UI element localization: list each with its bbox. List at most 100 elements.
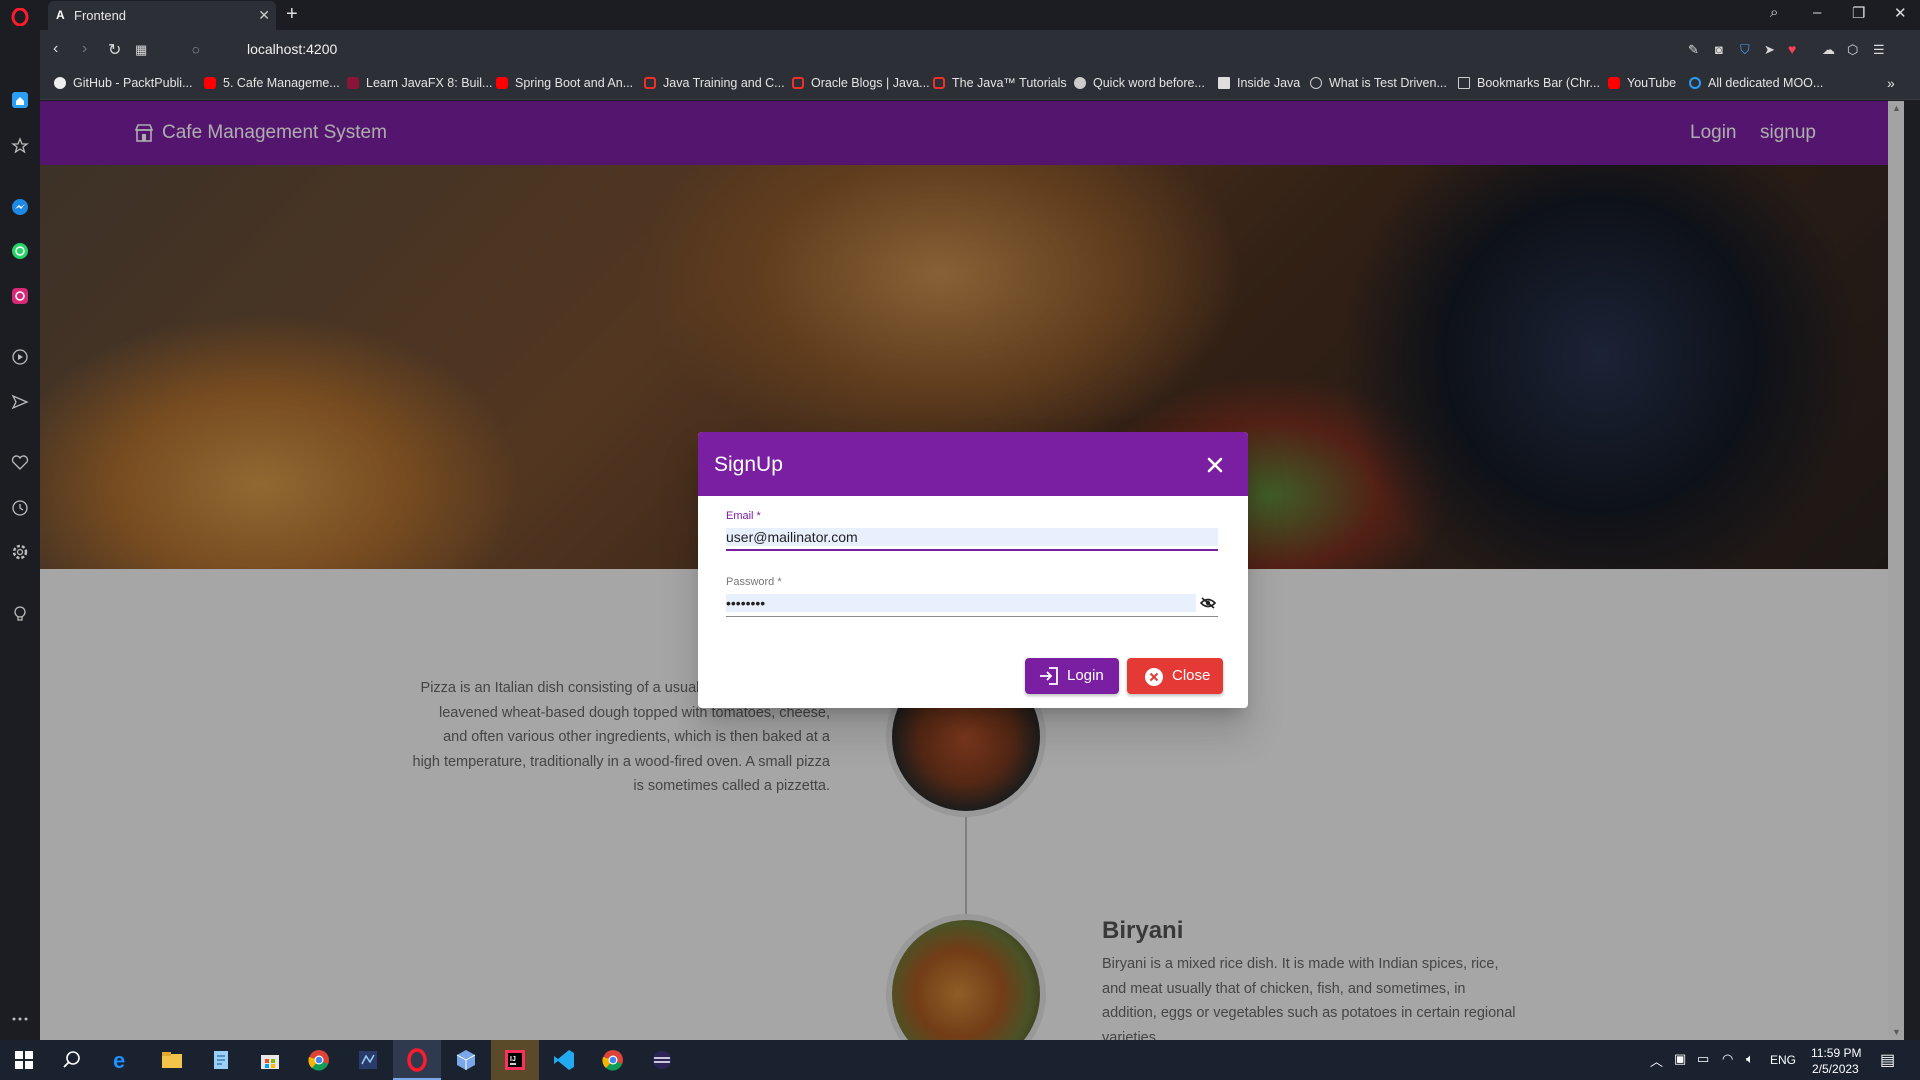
taskbar-eclipse[interactable] — [638, 1040, 686, 1080]
search-button[interactable] — [48, 1040, 96, 1080]
chrome-icon — [602, 1050, 623, 1071]
bookmark-item[interactable]: Bookmarks Bar (Chr... — [1458, 76, 1600, 90]
chrome-icon — [308, 1050, 329, 1071]
password-field[interactable] — [726, 594, 1196, 612]
reload-icon[interactable]: ↻ — [108, 40, 121, 60]
oracle-icon — [933, 77, 945, 89]
taskbar-notepad[interactable] — [197, 1040, 245, 1080]
search-tabs-icon[interactable]: ⌕ — [1770, 4, 1778, 21]
vpn-shield-icon[interactable]: ⛉ — [1740, 42, 1750, 58]
dialog-header: SignUp — [698, 432, 1248, 496]
flow-send-icon[interactable]: ➤ — [1764, 42, 1775, 58]
bookmark-item[interactable]: Quick word before... — [1074, 76, 1205, 90]
bookmark-item[interactable]: 5. Cafe Manageme... — [204, 76, 340, 90]
battery-icon[interactable]: ▭ — [1697, 1051, 1709, 1067]
address-bar: ‹ › ↻ ▦ ◌ localhost:4200 ✎ ◙ ⛉ ➤ ♥ ☁ ⬡ ☰ — [40, 30, 1920, 70]
lightbulb-icon[interactable] — [11, 605, 29, 623]
bookmark-item[interactable]: Spring Boot and An... — [496, 76, 633, 90]
show-hidden-icons-icon[interactable]: ︿ — [1650, 1051, 1663, 1070]
cube-icon — [456, 1050, 476, 1070]
site-icon — [1074, 77, 1086, 89]
edge-icon: e — [113, 1048, 125, 1072]
whatsapp-icon[interactable] — [11, 242, 29, 260]
extensions-icon[interactable]: ☁ — [1822, 42, 1835, 58]
volume-icon[interactable]: 🔈︎ — [1746, 1051, 1754, 1067]
bookmark-item[interactable]: All dedicated MOO... — [1689, 76, 1823, 90]
bookmark-item[interactable]: GitHub - PacktPubli... — [54, 76, 193, 90]
bookmark-item[interactable]: YouTube — [1608, 76, 1676, 90]
bookmark-item[interactable]: What is Test Driven... — [1310, 76, 1447, 90]
bookmarks-star-icon[interactable] — [11, 137, 29, 155]
tabs-grid-icon[interactable]: ▦ — [135, 42, 147, 58]
send-icon[interactable] — [11, 393, 29, 411]
taskbar-edge[interactable]: e — [98, 1040, 146, 1080]
oracle-icon — [644, 77, 656, 89]
wifi-icon[interactable]: ◠ — [1722, 1051, 1733, 1067]
heart-icon[interactable] — [11, 454, 29, 472]
signup-dialog: SignUp Email * Password * Login Close — [698, 432, 1248, 708]
minimize-icon[interactable]: – — [1813, 4, 1821, 21]
close-button[interactable]: Close — [1127, 658, 1223, 694]
taskbar-store[interactable] — [246, 1040, 294, 1080]
dialog-close-icon[interactable] — [1206, 456, 1224, 474]
new-tab-icon[interactable]: + — [286, 3, 298, 26]
settings-gear-icon[interactable] — [11, 543, 29, 561]
menu-icon[interactable]: ☰ — [1873, 42, 1885, 58]
jetbrains-icon — [347, 77, 359, 89]
bookmark-item[interactable]: The Java™ Tutorials — [933, 76, 1067, 90]
email-label: Email * — [726, 510, 761, 522]
svg-text:IJ: IJ — [510, 1056, 516, 1063]
tab-frontend[interactable]: A Frontend ✕ — [48, 1, 276, 30]
home-icon[interactable] — [11, 91, 29, 109]
opera-icon — [407, 1048, 427, 1072]
taskbar-vscode[interactable] — [540, 1040, 588, 1080]
intellij-icon: IJ — [505, 1050, 525, 1070]
tray-app-icon[interactable]: ▣ — [1674, 1051, 1686, 1067]
taskbar-chrome-2[interactable] — [589, 1040, 637, 1080]
taskbar-3d-app[interactable] — [442, 1040, 490, 1080]
login-button[interactable]: Login — [1025, 658, 1119, 694]
edit-icon[interactable]: ✎ — [1688, 42, 1699, 58]
github-icon — [54, 77, 66, 89]
bookmark-item[interactable]: Java Training and C... — [644, 76, 785, 90]
cube-icon[interactable]: ⬡ — [1847, 42, 1858, 58]
history-icon[interactable] — [11, 499, 29, 517]
window-close-icon[interactable]: ✕ — [1894, 4, 1907, 22]
camera-icon[interactable]: ◙ — [1715, 42, 1723, 57]
player-icon[interactable] — [11, 348, 29, 366]
taskbar-file-explorer[interactable] — [148, 1040, 196, 1080]
dialog-title: SignUp — [714, 453, 783, 476]
heart-icon[interactable]: ♥ — [1788, 41, 1796, 57]
site-icon — [1310, 77, 1322, 89]
taskbar-intellij[interactable]: IJ — [491, 1040, 539, 1080]
visibility-off-icon[interactable] — [1200, 597, 1216, 609]
language-indicator[interactable]: ENG — [1770, 1053, 1796, 1067]
tab-close-icon[interactable]: ✕ — [258, 7, 270, 24]
opera-logo-icon[interactable] — [11, 8, 29, 26]
bookmark-item[interactable]: Inside Java — [1218, 76, 1300, 90]
email-underline — [726, 549, 1218, 551]
taskbar-chrome[interactable] — [295, 1040, 343, 1080]
bookmark-item[interactable]: Oracle Blogs | Java... — [792, 76, 930, 90]
restore-icon[interactable]: ❐ — [1852, 4, 1865, 22]
messenger-icon[interactable] — [11, 198, 29, 216]
start-button[interactable] — [0, 1040, 48, 1080]
site-info-icon[interactable]: ◌ — [192, 42, 200, 57]
back-icon[interactable]: ‹ — [53, 40, 58, 58]
clock-time[interactable]: 11:59 PM — [1811, 1046, 1861, 1060]
bookmarks-overflow-icon[interactable]: » — [1887, 75, 1895, 91]
search-icon — [63, 1051, 80, 1068]
windows-logo-icon — [15, 1051, 33, 1069]
forward-icon[interactable]: › — [82, 40, 87, 58]
taskbar-network-app[interactable] — [344, 1040, 392, 1080]
clock-date[interactable]: 2/5/2023 — [1812, 1062, 1859, 1076]
notifications-icon[interactable]: ▤ — [1880, 1050, 1895, 1070]
taskbar-opera[interactable] — [393, 1040, 441, 1080]
instagram-icon[interactable] — [11, 287, 29, 305]
more-icon[interactable] — [11, 1010, 29, 1028]
url-field[interactable]: localhost:4200 — [247, 41, 337, 57]
email-field[interactable] — [726, 528, 1218, 546]
bookmark-item[interactable]: Learn JavaFX 8: Buil... — [347, 76, 492, 90]
password-underline — [726, 616, 1218, 617]
network-tool-icon — [359, 1051, 377, 1069]
